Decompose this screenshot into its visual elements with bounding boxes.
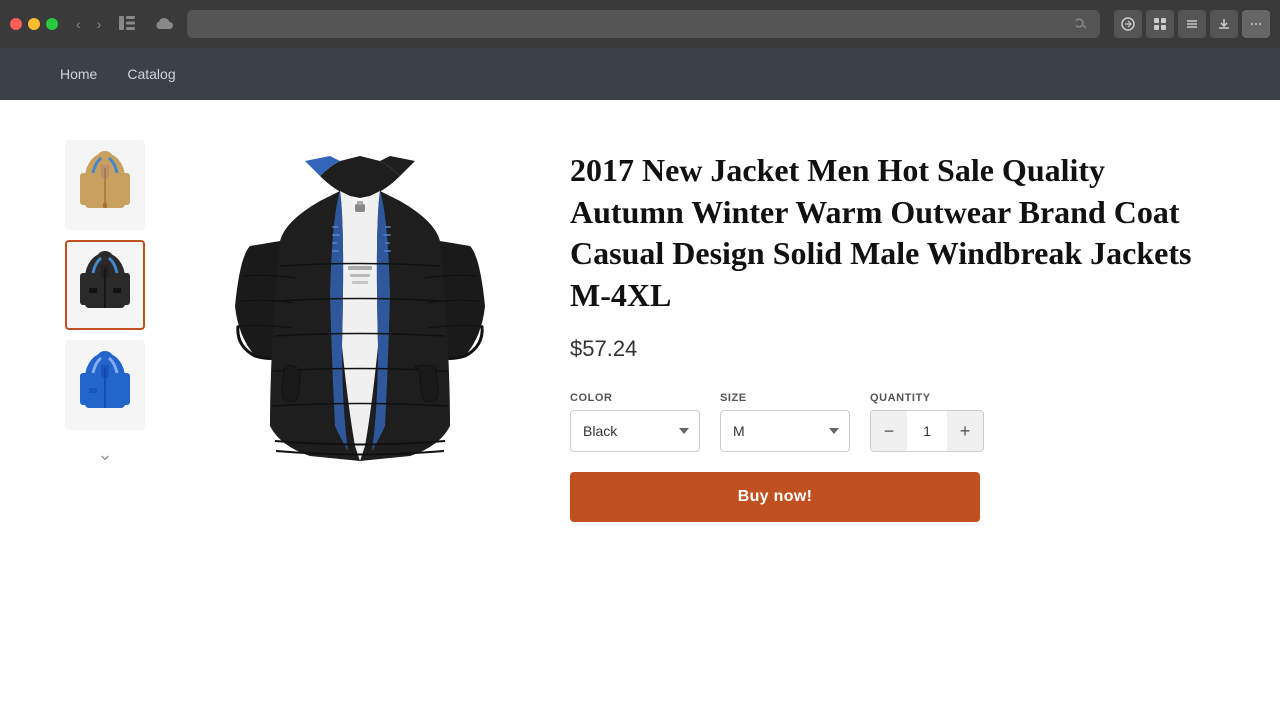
main-product-image <box>190 141 530 521</box>
address-bar[interactable] <box>187 10 1100 38</box>
toolbar-icons <box>1114 10 1270 38</box>
download-button[interactable] <box>1210 10 1238 38</box>
color-select[interactable]: Black Tan Blue <box>570 410 700 452</box>
thumbnail-scroll-down[interactable]: ⌄ <box>93 440 116 469</box>
color-label: COLOR <box>570 392 700 404</box>
product-info: 2017 New Jacket Men Hot Sale Quality Aut… <box>570 140 1220 522</box>
quantity-input[interactable] <box>907 423 947 439</box>
fullscreen-button[interactable] <box>46 18 58 30</box>
close-button[interactable] <box>10 18 22 30</box>
product-page: ⌄ <box>0 100 1280 562</box>
quantity-increase-button[interactable]: + <box>947 410 983 452</box>
main-image-container <box>190 140 530 522</box>
size-label: SIZE <box>720 392 850 404</box>
sidebar-toggle-button[interactable] <box>113 14 141 35</box>
quantity-group: QUANTITY − + <box>870 392 984 452</box>
buy-now-button[interactable]: Buy now! <box>570 472 980 522</box>
size-option-group: SIZE M L XL 2XL 3XL 4XL <box>720 392 850 452</box>
site-nav: Home Catalog <box>0 48 1280 100</box>
color-option-group: COLOR Black Tan Blue <box>570 392 700 452</box>
thumbnail-list: ⌄ <box>60 140 150 522</box>
traffic-lights <box>10 18 58 30</box>
more-button[interactable] <box>1242 10 1270 38</box>
minimize-button[interactable] <box>28 18 40 30</box>
quantity-label: QUANTITY <box>870 392 984 404</box>
url-input[interactable] <box>199 17 1072 32</box>
quantity-decrease-button[interactable]: − <box>871 410 907 452</box>
toolbar-btn-2[interactable] <box>1146 10 1174 38</box>
quantity-control: − + <box>870 410 984 452</box>
nav-catalog[interactable]: Catalog <box>127 66 175 82</box>
thumbnail-blue[interactable] <box>65 340 145 430</box>
website: Home Catalog <box>0 48 1280 720</box>
size-select[interactable]: M L XL 2XL 3XL 4XL <box>720 410 850 452</box>
product-price: $57.24 <box>570 336 1220 362</box>
product-options: COLOR Black Tan Blue SIZE M L XL 2XL <box>570 392 1220 452</box>
forward-button[interactable]: › <box>93 14 106 34</box>
product-title: 2017 New Jacket Men Hot Sale Quality Aut… <box>570 150 1220 316</box>
back-button[interactable]: ‹ <box>72 14 85 34</box>
browser-chrome: ‹ › <box>0 0 1280 48</box>
toolbar-btn-3[interactable] <box>1178 10 1206 38</box>
thumbnail-black[interactable] <box>65 240 145 330</box>
cloud-button[interactable] <box>149 14 179 34</box>
thumbnail-tan[interactable] <box>65 140 145 230</box>
nav-home[interactable]: Home <box>60 66 97 82</box>
toolbar-btn-1[interactable] <box>1114 10 1142 38</box>
